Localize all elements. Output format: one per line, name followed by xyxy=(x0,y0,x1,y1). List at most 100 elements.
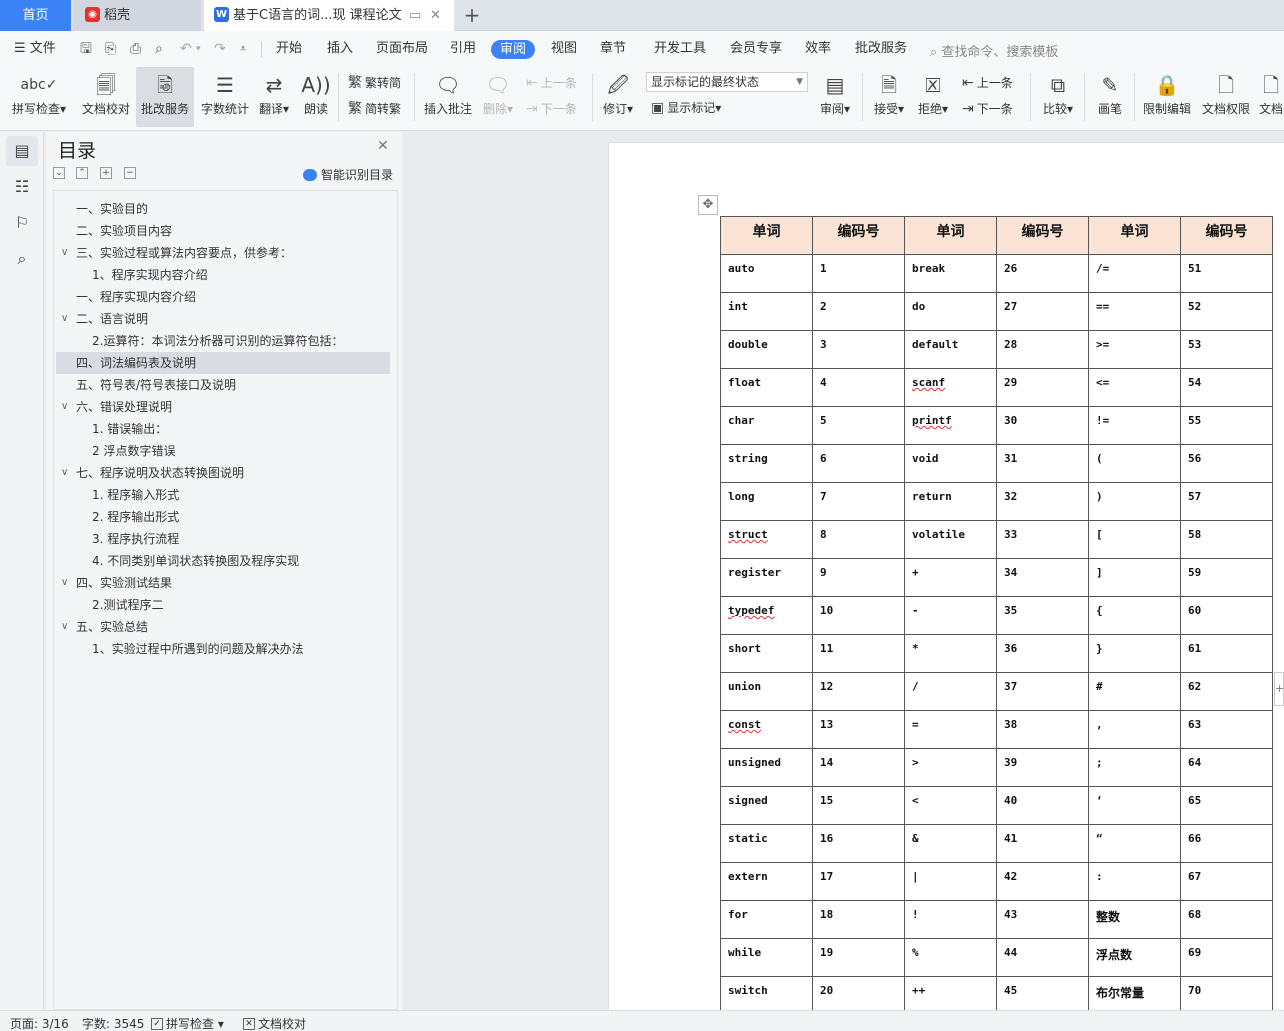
menu-insert[interactable]: 插入 xyxy=(327,41,353,57)
code-cell[interactable]: 8 xyxy=(812,520,905,559)
toc-item[interactable]: 2.运算符：本词法分析器可识别的运算符包括： xyxy=(56,330,390,352)
word-cell[interactable]: ) xyxy=(1088,482,1181,521)
word-cell[interactable]: { xyxy=(1088,596,1181,635)
code-cell[interactable]: 30 xyxy=(996,406,1089,445)
menu-member[interactable]: 会员专享 xyxy=(730,41,782,57)
word-cell[interactable]: - xyxy=(904,596,997,635)
export-pdf-icon[interactable]: ⎘ xyxy=(105,41,116,57)
code-cell[interactable]: 2 xyxy=(812,292,905,331)
code-cell[interactable]: 35 xyxy=(996,596,1089,635)
doc-proof-button[interactable]: 🗐 文档校对 xyxy=(78,67,134,127)
code-cell[interactable]: 12 xyxy=(812,672,905,711)
code-cell[interactable]: 59 xyxy=(1180,558,1273,597)
word-cell[interactable]: == xyxy=(1088,292,1181,331)
code-cell[interactable]: 62 xyxy=(1180,672,1273,711)
chevron-down-icon[interactable]: ∨ xyxy=(61,616,68,638)
ai-recognize-toc-button[interactable]: 智能识别目录 xyxy=(303,166,393,183)
menu-page-layout[interactable]: 页面布局 xyxy=(376,41,428,57)
prev-change-button[interactable]: ⇤ 上一条 xyxy=(962,75,1013,91)
code-cell[interactable]: 58 xyxy=(1180,520,1273,559)
word-cell[interactable]: return xyxy=(904,482,997,521)
search-icon[interactable]: ⌕ xyxy=(6,244,38,274)
collapse-all-icon[interactable]: ⌄ xyxy=(53,167,65,179)
tab-document[interactable]: W 基于C语言的词...现 课程论文 ▭ ✕ xyxy=(204,0,454,31)
toc-item[interactable]: ∨ 二、语言说明 xyxy=(56,308,390,330)
word-cell[interactable]: static xyxy=(720,824,813,863)
toc-item[interactable]: ∨ 四、实验测试结果 xyxy=(56,572,390,594)
word-cell[interactable]: while xyxy=(720,938,813,977)
code-cell[interactable]: 10 xyxy=(812,596,905,635)
code-cell[interactable]: 18 xyxy=(812,900,905,939)
toc-item[interactable]: 2. 程序输出形式 xyxy=(56,506,390,528)
word-cell[interactable]: | xyxy=(904,862,997,901)
toc-item[interactable]: 1、实验过程中所遇到的问题及解决办法 xyxy=(56,638,390,660)
word-cell[interactable]: ( xyxy=(1088,444,1181,483)
word-cell[interactable]: auto xyxy=(720,254,813,293)
table-move-handle-icon[interactable]: ✥ xyxy=(698,195,718,215)
code-cell[interactable]: 31 xyxy=(996,444,1089,483)
code-cell[interactable]: 61 xyxy=(1180,634,1273,673)
word-cell[interactable]: switch xyxy=(720,976,813,1010)
menu-references[interactable]: 引用 xyxy=(450,41,476,57)
track-changes-button[interactable]: 🖉 修订▾ xyxy=(600,67,636,127)
print-preview-icon[interactable]: ⌕ xyxy=(155,41,163,57)
code-cell[interactable]: 14 xyxy=(812,748,905,787)
word-cell[interactable]: , xyxy=(1088,710,1181,749)
toc-item[interactable]: 1. 程序输入形式 xyxy=(56,484,390,506)
word-cell[interactable]: & xyxy=(904,824,997,863)
code-cell[interactable]: 11 xyxy=(812,634,905,673)
menu-chapter[interactable]: 章节 xyxy=(600,41,626,57)
word-cell[interactable]: != xyxy=(1088,406,1181,445)
toc-item[interactable]: ∨ 六、错误处理说明 xyxy=(56,396,390,418)
code-cell[interactable]: 57 xyxy=(1180,482,1273,521)
word-cell[interactable]: ++ xyxy=(904,976,997,1010)
review-pane-button[interactable]: ▤ 审阅▾ xyxy=(814,67,856,127)
show-markup-button[interactable]: ▣ 显示标记▾ xyxy=(651,100,721,116)
menu-grading[interactable]: 批改服务 xyxy=(855,41,907,57)
tab-daoke[interactable]: ◉ 稻壳 xyxy=(73,0,201,31)
code-cell[interactable]: 38 xyxy=(996,710,1089,749)
word-cell[interactable]: >= xyxy=(1088,330,1181,369)
code-cell[interactable]: 42 xyxy=(996,862,1089,901)
code-cell[interactable]: 36 xyxy=(996,634,1089,673)
word-cell[interactable]: ; xyxy=(1088,748,1181,787)
toc-item[interactable]: 4. 不同类别单词状态转换图及程序实现 xyxy=(56,550,390,572)
next-change-button[interactable]: ⇥ 下一条 xyxy=(962,101,1013,117)
word-cell[interactable]: <= xyxy=(1088,368,1181,407)
next-comment-button[interactable]: ⇥ 下一条 xyxy=(526,101,577,117)
code-cell[interactable]: 60 xyxy=(1180,596,1273,635)
restrict-edit-button[interactable]: 🔒 限制编辑 xyxy=(1140,67,1194,127)
print-icon[interactable]: ⎙ xyxy=(130,41,141,57)
code-cell[interactable]: 43 xyxy=(996,900,1089,939)
chevron-down-icon[interactable]: ∨ xyxy=(61,396,68,418)
code-cell[interactable]: 63 xyxy=(1180,710,1273,749)
delete-comment-button[interactable]: 🗨 删除▾ xyxy=(480,67,516,127)
code-cell[interactable]: 34 xyxy=(996,558,1089,597)
toc-item[interactable]: 1. 错误输出： xyxy=(56,418,390,440)
word-cell[interactable]: + xyxy=(904,558,997,597)
menu-efficiency[interactable]: 效率 xyxy=(805,41,831,57)
toc-item[interactable]: 一、程序实现内容介绍 xyxy=(56,286,390,308)
code-cell[interactable]: 3 xyxy=(812,330,905,369)
code-cell[interactable]: 26 xyxy=(996,254,1089,293)
accept-button[interactable]: 🗎 接受▾ xyxy=(870,67,908,127)
word-cell[interactable]: /= xyxy=(1088,254,1181,293)
menu-view[interactable]: 视图 xyxy=(551,41,577,57)
code-cell[interactable]: 5 xyxy=(812,406,905,445)
insert-comment-button[interactable]: 🗨 插入批注 xyxy=(422,67,474,127)
code-cell[interactable]: 67 xyxy=(1180,862,1273,901)
word-cell[interactable]: * xyxy=(904,634,997,673)
expand-up-icon[interactable]: ⌃ xyxy=(76,167,88,179)
expand-handle-icon[interactable]: + xyxy=(1274,672,1284,706)
code-cell[interactable]: 44 xyxy=(996,938,1089,977)
tab-home[interactable]: 首页 xyxy=(0,0,71,31)
word-cell[interactable]: const xyxy=(720,710,813,749)
word-cell[interactable]: 整数 xyxy=(1088,900,1181,939)
code-cell[interactable]: 1 xyxy=(812,254,905,293)
word-cell[interactable]: typedef xyxy=(720,596,813,635)
word-cell[interactable]: volatile xyxy=(904,520,997,559)
code-cell[interactable]: 70 xyxy=(1180,976,1273,1010)
undo-dropdown-icon[interactable]: ▾ xyxy=(196,41,201,57)
spellcheck-button[interactable]: abc✓ 拼写检查▾ xyxy=(8,67,70,127)
word-cell[interactable]: [ xyxy=(1088,520,1181,559)
